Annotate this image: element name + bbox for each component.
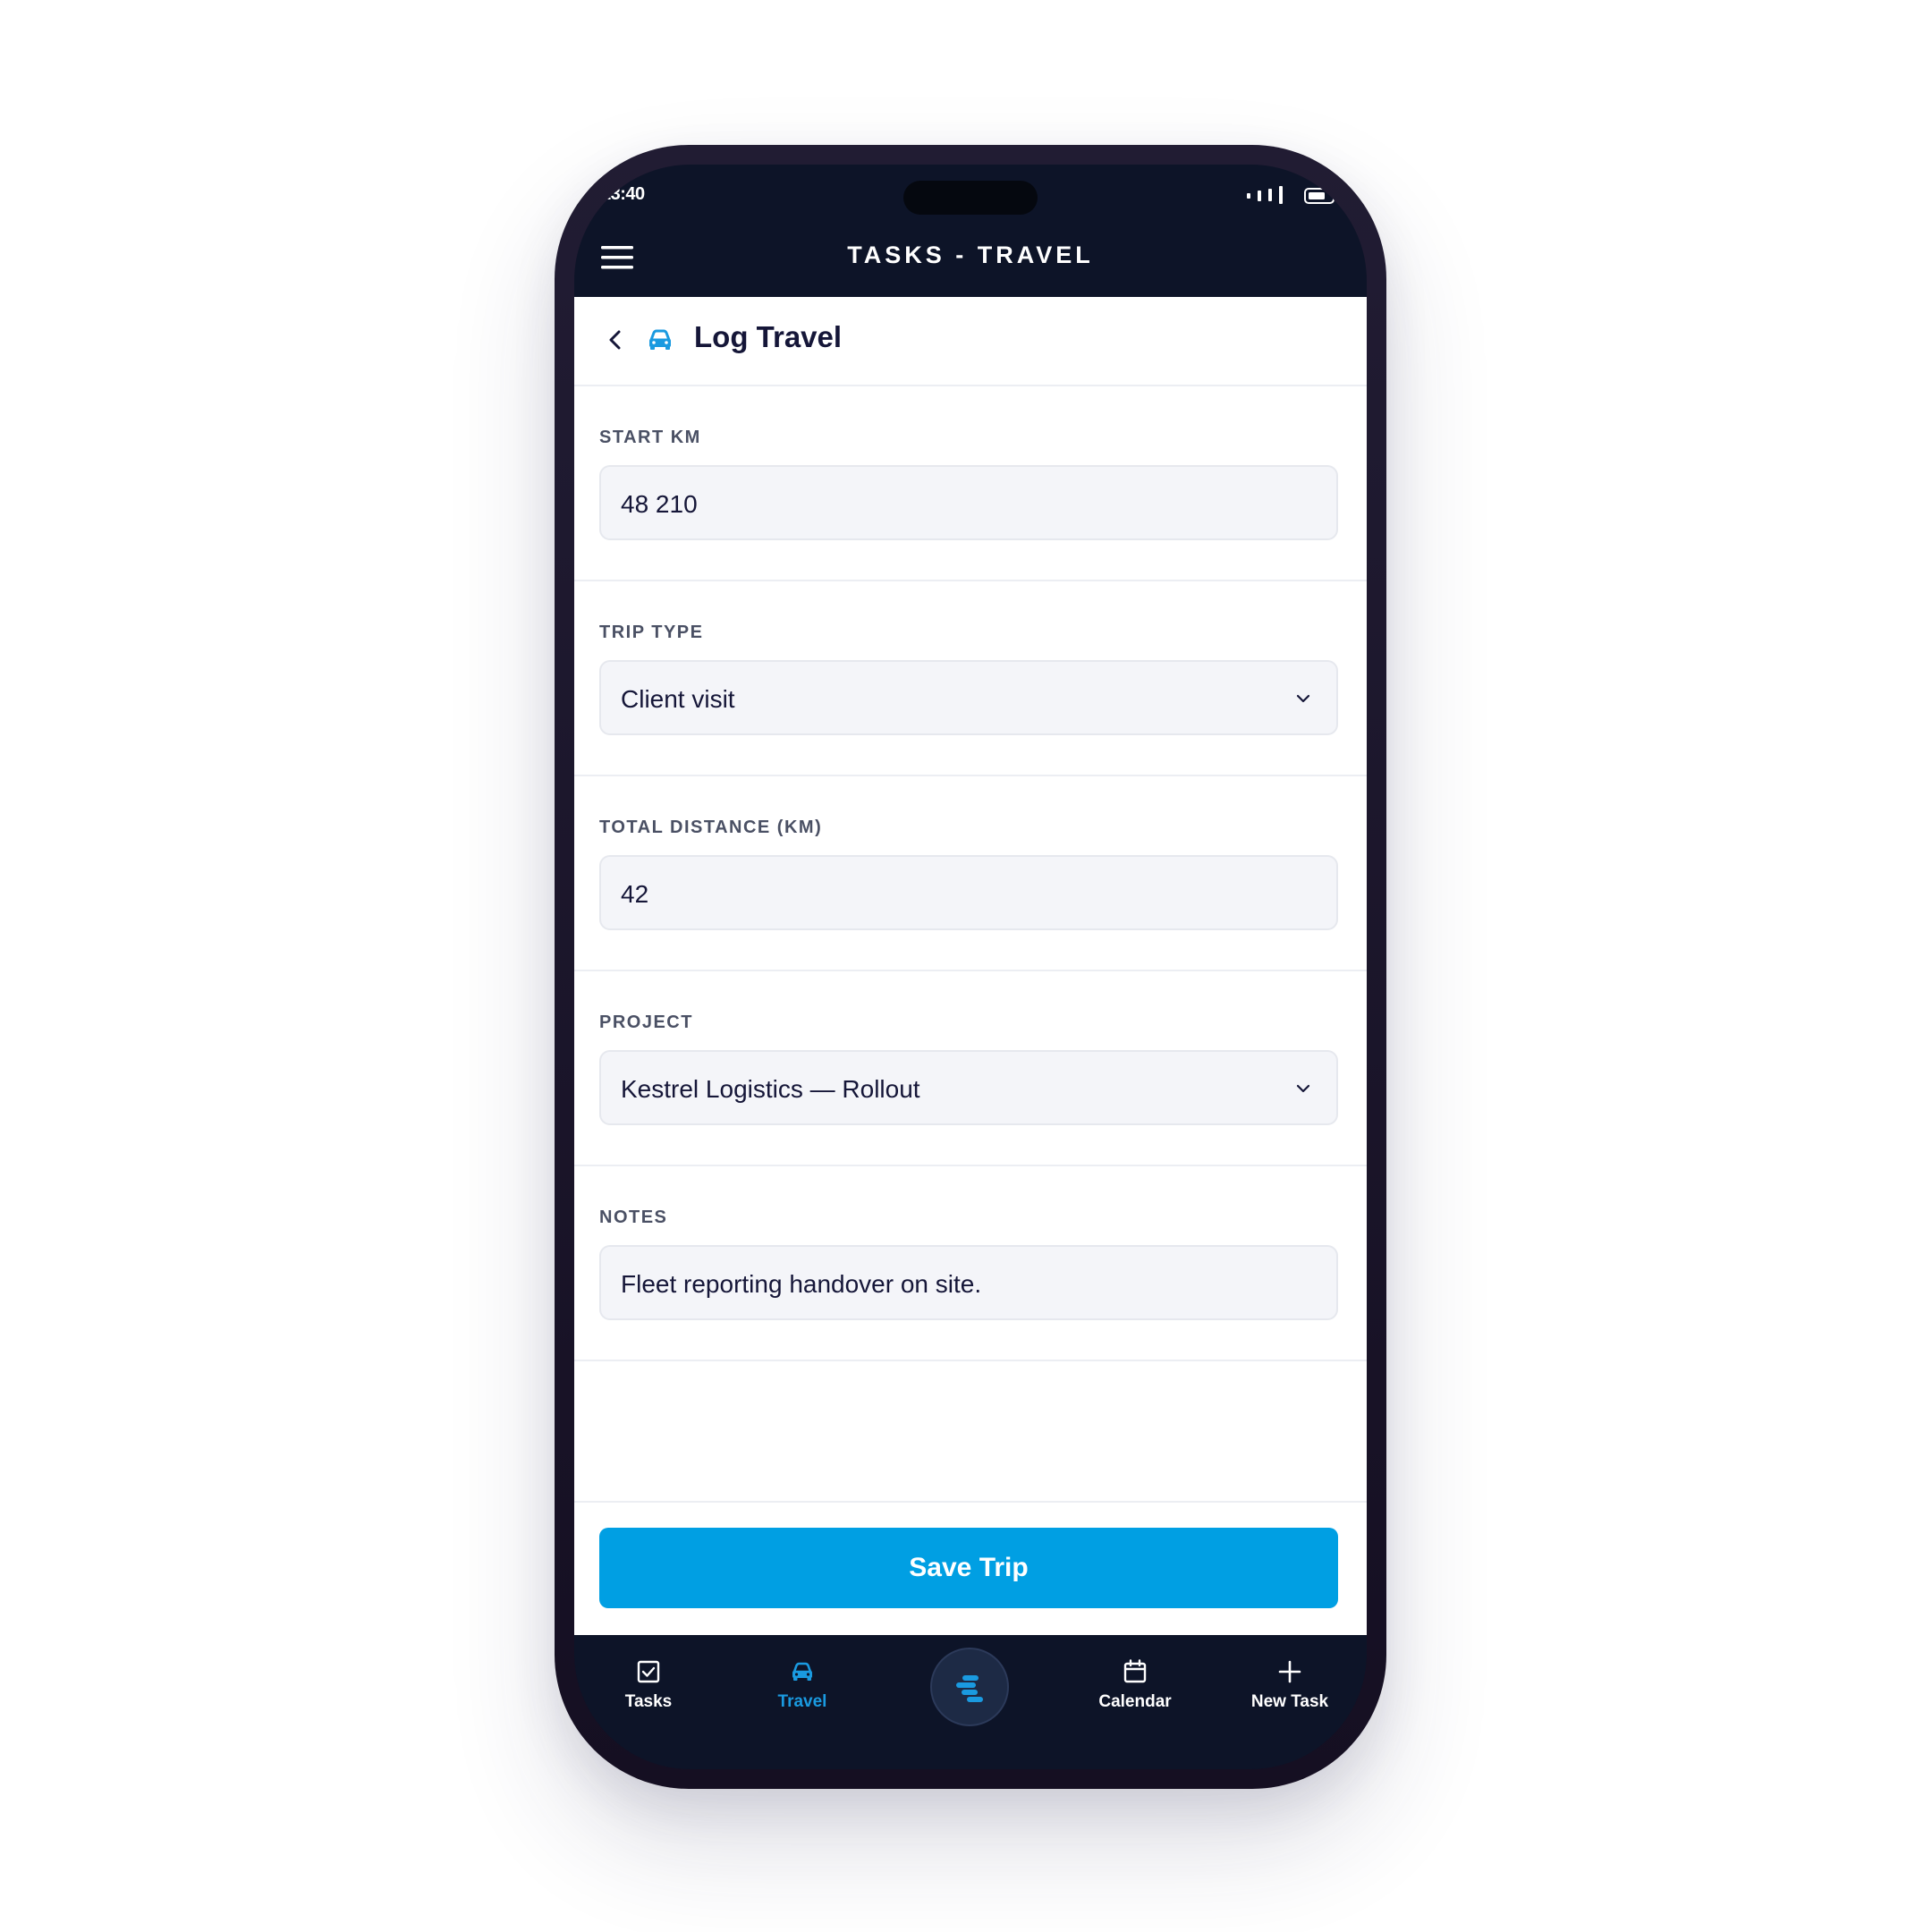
signal-icon [1247,186,1283,204]
nav-item-calendar[interactable]: Calendar [1081,1658,1189,1730]
nav-label-new-task: New Task [1250,1692,1329,1711]
trip-type-section: TRIP TYPE Client visit [574,581,1367,776]
bottom-nav: Tasks Travel Calendar New Task [574,1635,1367,1769]
project-section: PROJECT Kestrel Logistics — Rollout [574,971,1367,1166]
app-logo-icon [956,1675,983,1702]
start-km-label: START KM [599,428,701,447]
page-title: Log Travel [694,320,843,353]
phone-frame: 13:40 TASKS - TRAVEL Log Travel START KM… [555,145,1386,1789]
nav-item-new-task[interactable]: New Task [1236,1658,1343,1730]
trip-type-label: TRIP TYPE [599,623,704,642]
nav-label-travel: Travel [777,1692,827,1711]
chevron-down-icon [1296,1084,1310,1093]
nav-item-tasks[interactable]: Tasks [595,1658,702,1730]
notes-value: Fleet reporting handover on site. [621,1270,982,1298]
total-distance-label: TOTAL DISTANCE (KM) [599,818,823,837]
page-header: Log Travel [574,297,1367,386]
total-distance-input[interactable]: 42 [599,855,1338,930]
start-km-value: 48 210 [621,490,698,518]
total-distance-section: TOTAL DISTANCE (KM) 42 [574,776,1367,971]
checkbox-icon [637,1660,660,1683]
project-select[interactable]: Kestrel Logistics — Rollout [599,1050,1338,1125]
main-content: Log Travel START KM 48 210 TRIP TYPE Cli… [574,297,1367,1635]
start-km-input[interactable]: 48 210 [599,465,1338,540]
calendar-icon [1123,1659,1147,1683]
total-distance-value: 42 [621,880,649,908]
trip-type-select[interactable]: Client visit [599,660,1338,735]
app-logo-button[interactable] [930,1648,1009,1726]
nav-label-calendar: Calendar [1098,1692,1172,1711]
car-icon [792,1662,812,1681]
phone-screen: 13:40 TASKS - TRAVEL Log Travel START KM… [574,165,1367,1769]
save-trip-button[interactable]: Save Trip [599,1528,1338,1608]
camera-notch [903,181,1038,215]
project-value: Kestrel Logistics — Rollout [621,1075,920,1103]
form-footer: Save Trip [574,1501,1367,1637]
plus-icon [1278,1660,1301,1683]
chevron-down-icon [1296,694,1310,703]
status-time: 13:40 [601,184,645,204]
app-header-title: TASKS - TRAVEL [847,242,1094,268]
notes-label: NOTES [599,1208,668,1227]
car-icon [649,329,671,350]
nav-item-travel[interactable]: Travel [749,1658,856,1730]
battery-icon [1304,188,1336,204]
chevron-left-icon[interactable] [601,324,630,356]
project-label: PROJECT [599,1013,693,1032]
nav-label-tasks: Tasks [624,1692,673,1711]
notes-input[interactable]: Fleet reporting handover on site. [599,1245,1338,1320]
notes-section: NOTES Fleet reporting handover on site. [574,1166,1367,1361]
start-km-section: START KM 48 210 [574,386,1367,581]
trip-type-value: Client visit [621,685,735,713]
